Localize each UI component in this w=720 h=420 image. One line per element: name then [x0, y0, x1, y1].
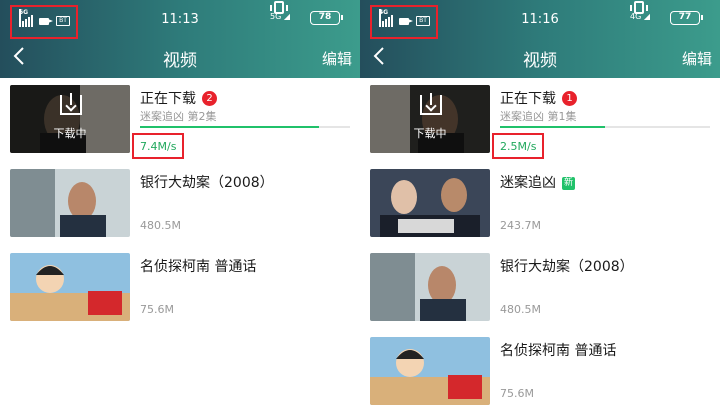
wifi-icon: 5G ◢: [270, 12, 290, 21]
item-title: 银行大劫案（2008）: [140, 175, 274, 191]
download-speed: 7.4M/s: [140, 140, 177, 153]
downloading-item[interactable]: 下载中 正在下载 2 迷案追凶 第2集 7.4M/s: [0, 80, 360, 160]
video-thumbnail: [370, 169, 490, 237]
download-icon: [60, 93, 82, 115]
file-size: 75.6M: [140, 303, 174, 316]
edit-button[interactable]: 编辑: [322, 48, 352, 69]
battery-icon: 77: [670, 11, 703, 25]
screen-left: 5G BT 11:13 5G ◢ 78 视频 编辑 下载中 正在下载 2 迷案追凶…: [0, 0, 360, 420]
wifi-icon: 4G ◢: [630, 12, 650, 21]
count-badge: 2: [202, 91, 217, 106]
downloading-item[interactable]: 下载中 正在下载 1 迷案追凶 第1集 2.5M/s: [360, 80, 720, 160]
video-thumbnail: [10, 169, 130, 237]
item-title: 迷案追凶新: [500, 175, 576, 191]
download-speed: 2.5M/s: [500, 140, 537, 153]
video-item[interactable]: 银行大劫案（2008） 480.5M: [360, 248, 720, 328]
file-size: 75.6M: [500, 387, 534, 400]
clock: 11:13: [161, 12, 199, 27]
file-size: 480.5M: [140, 219, 181, 232]
screen-right: 4G BT 11:16 4G ◢ 77 视频 编辑 下载中 正在下载 1 迷案追凶…: [360, 0, 720, 420]
download-icon: [420, 93, 442, 115]
header: 5G BT 11:13 5G ◢ 78 视频 编辑: [0, 0, 360, 78]
header: 4G BT 11:16 4G ◢ 77 视频 编辑: [360, 0, 720, 78]
item-title: 正在下载 2: [140, 88, 217, 108]
video-thumbnail: [370, 253, 490, 321]
page-title: 视频: [523, 51, 557, 71]
video-item[interactable]: 名侦探柯南 普通话 75.6M: [0, 248, 360, 328]
video-item[interactable]: 迷案追凶新 243.7M: [360, 164, 720, 244]
item-title: 名侦探柯南 普通话: [140, 259, 257, 275]
video-thumbnail: 下载中: [370, 85, 490, 153]
episode-label: 迷案追凶 第2集: [140, 110, 217, 123]
status-bar: 4G BT 11:16 4G ◢ 77: [360, 0, 720, 40]
file-size: 480.5M: [500, 303, 541, 316]
speed-highlight: 2.5M/s: [492, 133, 544, 159]
page-title: 视频: [163, 51, 197, 71]
clock: 11:16: [521, 12, 559, 27]
new-tag: 新: [562, 177, 576, 190]
episode-label: 迷案追凶 第1集: [500, 110, 577, 123]
video-item[interactable]: 银行大劫案（2008） 480.5M: [0, 164, 360, 244]
video-thumbnail: 下载中: [10, 85, 130, 153]
item-title: 正在下载 1: [500, 88, 577, 108]
video-thumbnail: [370, 337, 490, 405]
item-title: 名侦探柯南 普通话: [500, 343, 617, 359]
file-size: 243.7M: [500, 219, 541, 232]
speed-highlight: 7.4M/s: [132, 133, 184, 159]
item-title: 银行大劫案（2008）: [500, 259, 634, 275]
battery-icon: 78: [310, 11, 343, 25]
video-thumbnail: [10, 253, 130, 321]
edit-button[interactable]: 编辑: [682, 48, 712, 69]
downloading-label: 下载中: [53, 127, 87, 140]
status-bar: 5G BT 11:13 5G ◢ 78: [0, 0, 360, 40]
video-item[interactable]: 名侦探柯南 普通话 75.6M: [360, 332, 720, 412]
progress-bar: [140, 126, 350, 128]
downloading-label: 下载中: [413, 127, 447, 140]
count-badge: 1: [562, 91, 577, 106]
progress-bar: [500, 126, 710, 128]
